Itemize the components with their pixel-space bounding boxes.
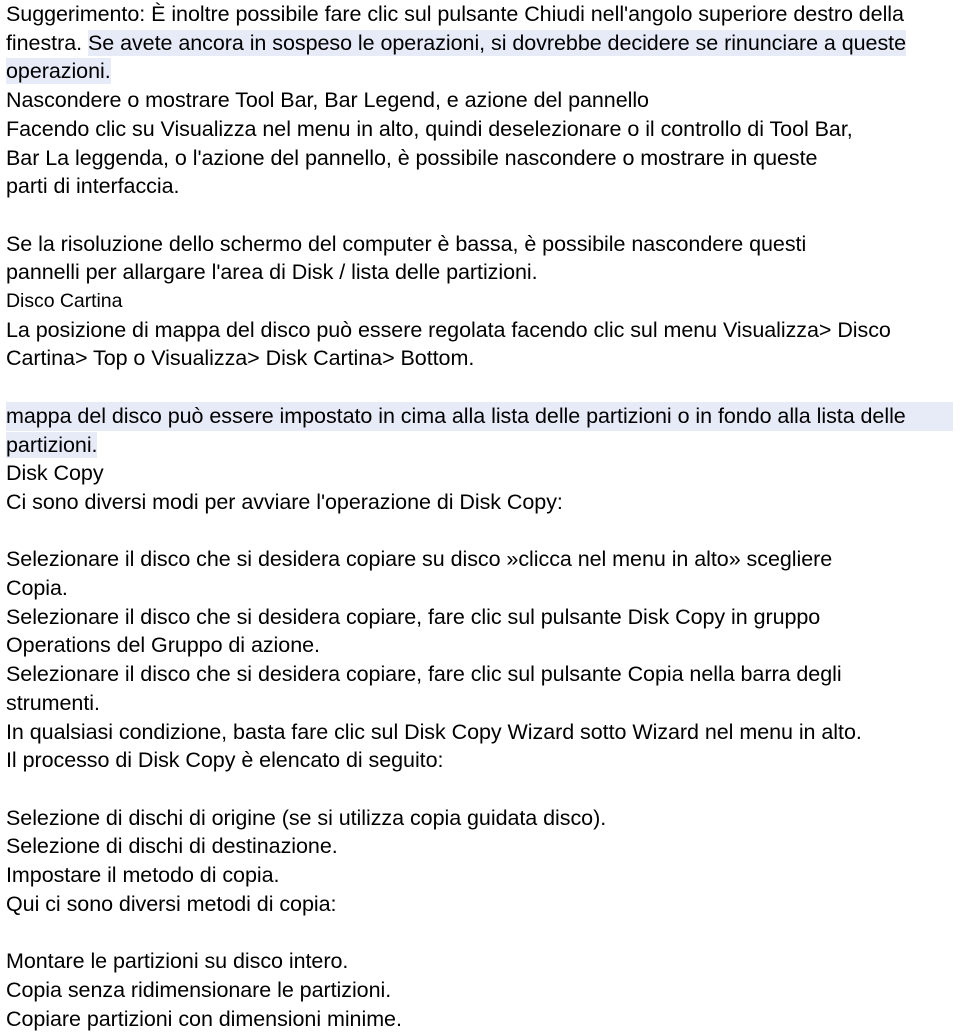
text-line: Selezionare il disco che si desidera cop… (6, 547, 833, 572)
text-line: finestra. Se avete ancora in sospeso le … (6, 29, 956, 58)
text-line: Selezione di dischi di origine (se si ut… (6, 805, 607, 830)
highlighted-text-run: operazioni. (6, 58, 111, 85)
text-line: Operations del Gruppo di azione. (6, 633, 320, 658)
text-line: Copia senza ridimensionare le partizioni… (6, 977, 392, 1002)
text-line: Facendo clic su Visualizza nel menu in a… (6, 116, 853, 141)
document-body: Suggerimento: È inoltre possibile fare c… (6, 0, 956, 1033)
document-page: Suggerimento: È inoltre possibile fare c… (0, 0, 960, 1031)
text-line: Montare le partizioni su disco intero. (6, 949, 349, 974)
highlighted-text-line: mappa del disco può essere impostato in … (6, 401, 953, 431)
section-heading: Nascondere o mostrare Tool Bar, Bar Lege… (6, 88, 649, 113)
section-heading: Disco Cartina (6, 290, 123, 313)
text-line: La posizione di mappa del disco può esse… (6, 317, 891, 342)
text-line: Bar La leggenda, o l'azione del pannello… (6, 145, 818, 170)
text-line: Copiare partizioni con dimensioni minime… (6, 1006, 402, 1031)
section-heading: Disk Copy (6, 461, 104, 486)
text-line: Il processo di Disk Copy è elencato di s… (6, 748, 444, 773)
highlighted-text-run: partizioni. (6, 431, 98, 458)
text-line: Ci sono diversi modi per avviare l'opera… (6, 489, 563, 514)
text-line: Cartina> Top o Visualizza> Disk Cartina>… (6, 346, 475, 371)
text-line: Qui ci sono diversi metodi di copia: (6, 891, 337, 916)
text-line: parti di interfaccia. (6, 174, 180, 199)
text-line: Selezionare il disco che si desidera cop… (6, 604, 821, 629)
text-line: operazioni. (6, 57, 956, 86)
text-line: Impostare il metodo di copia. (6, 863, 280, 888)
text-run: finestra. (6, 30, 88, 55)
text-line: partizioni. (6, 431, 956, 460)
text-line: Selezione di dischi di destinazione. (6, 834, 338, 859)
highlighted-text-run: Se avete ancora in sospeso le operazioni… (87, 29, 906, 56)
text-line: In qualsiasi condizione, basta fare clic… (6, 719, 862, 744)
text-line: pannelli per allargare l'area di Disk / … (6, 260, 538, 285)
text-line: Copia. (6, 576, 68, 601)
text-line: Selezionare il disco che si desidera cop… (6, 662, 842, 687)
text-line: Suggerimento: È inoltre possibile fare c… (6, 2, 904, 26)
text-line: strumenti. (6, 690, 100, 715)
text-line: Se la risoluzione dello schermo del comp… (6, 231, 807, 256)
